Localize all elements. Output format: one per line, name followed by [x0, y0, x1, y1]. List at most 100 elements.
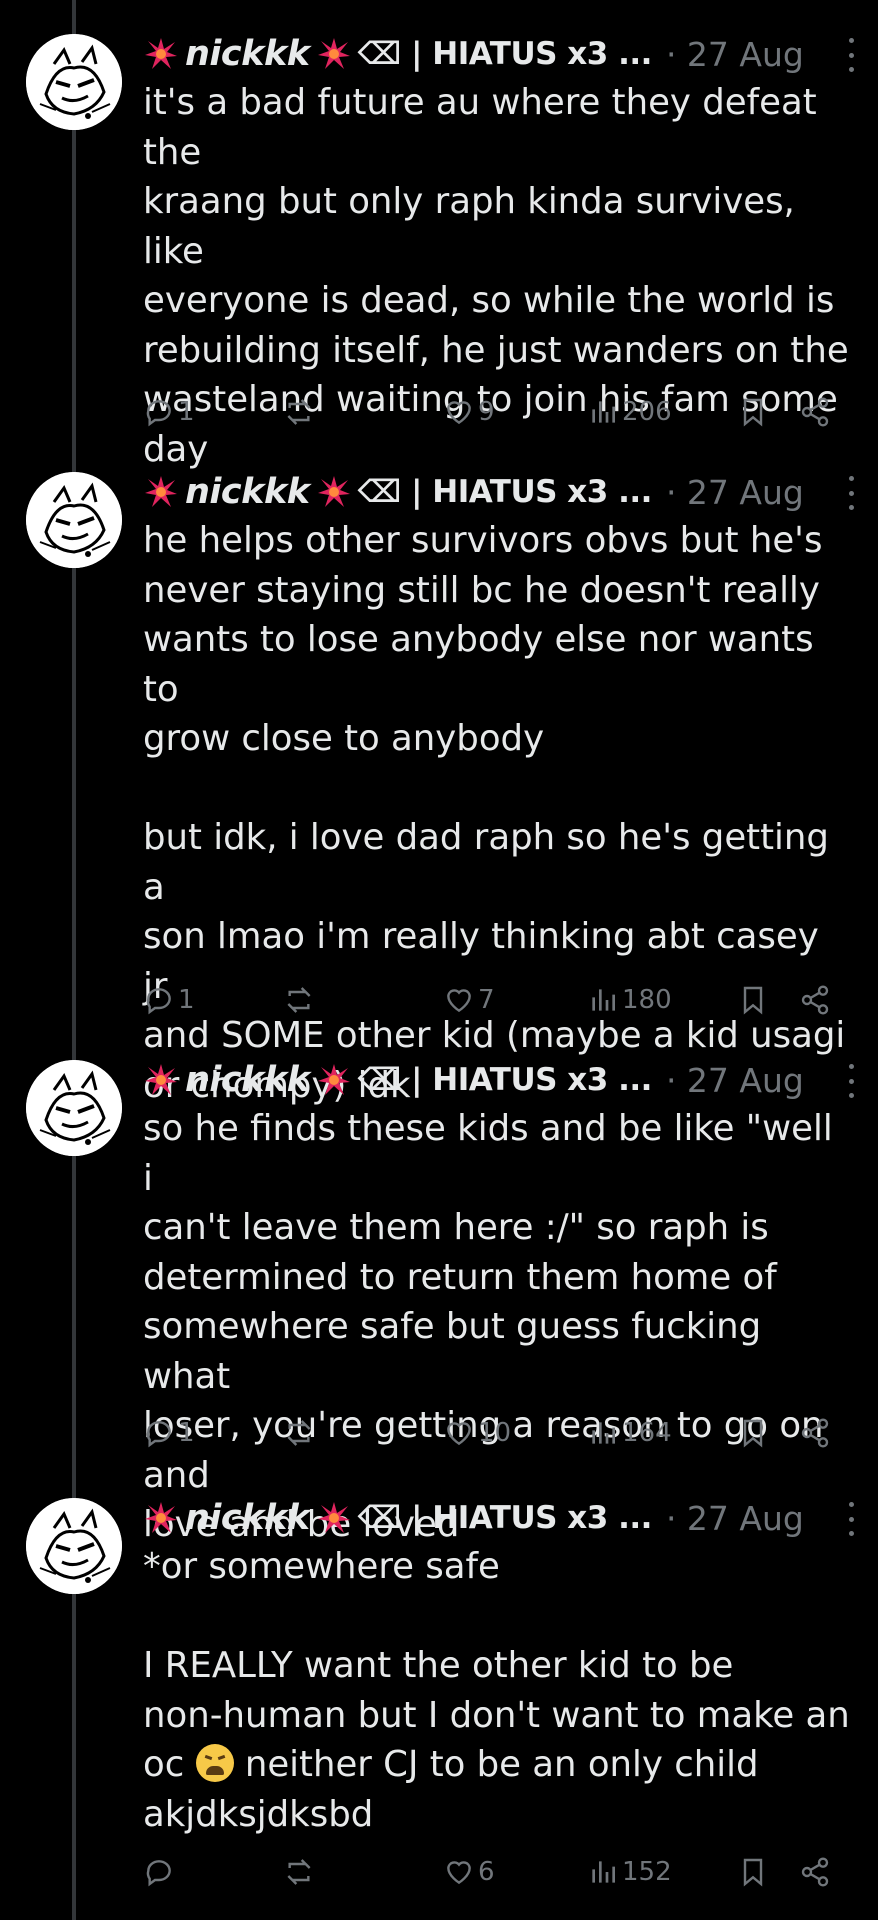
reply-button[interactable]	[143, 1850, 178, 1894]
action-bar: 1 9 206	[143, 390, 843, 434]
repost-button[interactable]	[283, 1411, 318, 1455]
post-header: nickkk ⌫ | HIATUS x3 ... · 27 Aug	[143, 1496, 858, 1540]
share-button[interactable]	[799, 1850, 834, 1894]
share-button[interactable]	[799, 978, 834, 1022]
action-bar: 6 152	[143, 1850, 843, 1894]
author-tag: ⌫ | HIATUS x3 ...	[357, 36, 653, 72]
post-header: nickkk ⌫ | HIATUS x3 ... · 27 Aug	[143, 470, 858, 514]
like-count: 9	[478, 397, 495, 427]
view-count: 206	[622, 397, 672, 427]
like-button[interactable]: 6	[443, 1850, 495, 1894]
view-count: 152	[622, 1857, 672, 1887]
post-header: nickkk ⌫ | HIATUS x3 ... · 27 Aug	[143, 1058, 858, 1102]
bookmark-icon	[743, 986, 763, 1015]
like-count: 6	[478, 1857, 495, 1887]
share-button[interactable]	[799, 1411, 834, 1455]
more-options-icon[interactable]	[846, 1502, 856, 1536]
more-options-icon[interactable]	[846, 1064, 856, 1098]
bookmark-button[interactable]	[737, 390, 772, 434]
share-icon	[801, 985, 829, 1015]
repost-button[interactable]	[283, 390, 318, 434]
reply-button[interactable]: 1	[143, 978, 195, 1022]
post-date[interactable]: · 27 Aug	[666, 473, 804, 512]
post-date[interactable]: · 27 Aug	[666, 1499, 804, 1538]
reply-count: 1	[178, 985, 195, 1015]
sparkle-burst-icon	[145, 38, 177, 69]
sparkle-burst-icon	[317, 1064, 350, 1095]
avatar-drawing-icon	[26, 1498, 122, 1594]
like-button[interactable]: 9	[443, 390, 495, 434]
bookmark-icon	[743, 398, 763, 427]
avatar[interactable]	[26, 472, 122, 568]
post-date[interactable]: · 27 Aug	[666, 1061, 804, 1100]
post-text: so he finds these kids and be like "well…	[143, 1108, 833, 1545]
reply-icon	[146, 1860, 171, 1887]
reply-icon	[146, 988, 171, 1015]
avatar[interactable]	[26, 34, 122, 130]
share-icon	[801, 1418, 829, 1448]
post-header: nickkk ⌫ | HIATUS x3 ... · 27 Aug	[143, 32, 858, 76]
views-button[interactable]: 206	[587, 390, 672, 434]
bookmark-icon	[743, 1419, 763, 1448]
author-name[interactable]: nickkk	[185, 34, 310, 74]
reply-count: 1	[178, 397, 195, 427]
views-button[interactable]: 152	[587, 1850, 672, 1894]
repost-button[interactable]	[283, 978, 318, 1022]
views-button[interactable]: 180	[587, 978, 672, 1022]
post-text: *or somewhere safe I REALLY want the oth…	[143, 1542, 853, 1839]
action-bar: 1 7 180	[143, 978, 843, 1022]
repost-icon	[287, 1420, 311, 1446]
avatar-drawing-icon	[26, 1060, 122, 1156]
reply-icon	[146, 400, 171, 427]
post-date[interactable]: · 27 Aug	[666, 35, 804, 74]
weary-face-emoji-icon	[195, 1744, 234, 1782]
like-count: 7	[478, 985, 495, 1015]
author-name[interactable]: nickkk	[185, 472, 310, 512]
share-icon	[801, 1857, 829, 1887]
author-tag: ⌫ | HIATUS x3 ...	[357, 1062, 653, 1098]
sparkle-burst-icon	[145, 1502, 177, 1533]
views-chart-icon	[592, 1861, 615, 1883]
view-count: 180	[622, 985, 672, 1015]
sparkle-burst-icon	[317, 1502, 350, 1533]
repost-button[interactable]	[283, 1850, 318, 1894]
avatar[interactable]	[26, 1498, 122, 1594]
share-icon	[801, 397, 829, 427]
action-bar: 1 10 164	[143, 1411, 843, 1455]
share-button[interactable]	[799, 390, 834, 434]
bookmark-button[interactable]	[737, 1411, 772, 1455]
like-button[interactable]: 7	[443, 978, 495, 1022]
repost-icon	[287, 987, 311, 1013]
reply-count: 1	[178, 1418, 195, 1448]
sparkle-burst-icon	[317, 476, 350, 507]
bookmark-icon	[743, 1858, 763, 1887]
post-text-part: neither CJ to be an only child akjdksjdk…	[143, 1744, 759, 1835]
more-options-icon[interactable]	[846, 38, 856, 72]
reply-icon	[146, 1421, 171, 1448]
sparkle-burst-icon	[317, 38, 350, 69]
like-count: 10	[478, 1418, 512, 1448]
views-button[interactable]: 164	[587, 1411, 672, 1455]
more-options-icon[interactable]	[846, 476, 856, 510]
heart-icon	[447, 401, 471, 425]
author-name[interactable]: nickkk	[185, 1498, 310, 1538]
reply-button[interactable]: 1	[143, 1411, 195, 1455]
reply-button[interactable]: 1	[143, 390, 195, 434]
author-tag: ⌫ | HIATUS x3 ...	[357, 474, 653, 510]
like-button[interactable]: 10	[443, 1411, 511, 1455]
repost-icon	[287, 399, 311, 425]
author-name[interactable]: nickkk	[185, 1060, 310, 1100]
heart-icon	[447, 1861, 471, 1885]
avatar-drawing-icon	[26, 472, 122, 568]
heart-icon	[447, 1422, 471, 1446]
views-chart-icon	[592, 401, 615, 423]
heart-icon	[447, 989, 471, 1013]
repost-icon	[287, 1859, 311, 1885]
bookmark-button[interactable]	[737, 1850, 772, 1894]
sparkle-burst-icon	[145, 476, 177, 507]
avatar[interactable]	[26, 1060, 122, 1156]
avatar-drawing-icon	[26, 34, 122, 130]
bookmark-button[interactable]	[737, 978, 772, 1022]
views-chart-icon	[592, 1422, 615, 1444]
author-tag: ⌫ | HIATUS x3 ...	[357, 1500, 653, 1536]
